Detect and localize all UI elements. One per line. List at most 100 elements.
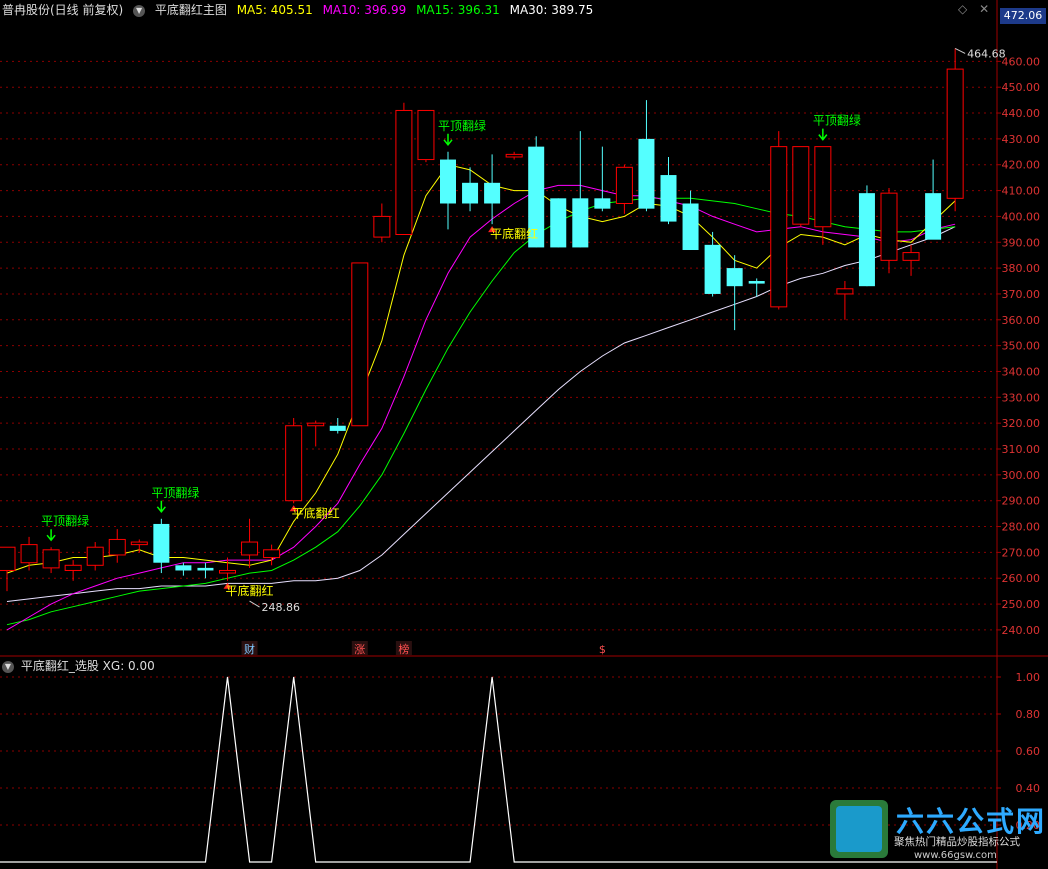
indicator-dropdown-icon[interactable]: ▼ — [133, 4, 146, 17]
y-tick-label: 320.00 — [1002, 417, 1041, 430]
signal-label-top: 平顶翻绿 — [41, 513, 89, 528]
candle-body — [440, 159, 456, 204]
candle-body — [20, 544, 38, 564]
candle-body — [748, 281, 765, 284]
candle-body — [395, 109, 413, 236]
ma30-value: MA30: 389.75 — [509, 3, 594, 17]
diamond-icon[interactable]: ◇ — [958, 2, 967, 16]
y-tick-label: 430.00 — [1002, 133, 1041, 146]
sub-indicator-name[interactable]: 平底翻红_选股 — [21, 659, 99, 673]
event-marker: 榜 — [398, 642, 409, 656]
candle-body — [858, 193, 875, 287]
sub-y-tick-label: 1.00 — [1016, 671, 1041, 684]
logo-url: www.66gsw.com — [914, 850, 997, 861]
logo-mark-icon — [830, 800, 888, 858]
candle-body — [902, 252, 920, 261]
candle-body — [550, 198, 567, 248]
candle-body — [307, 422, 325, 427]
candle-body — [638, 138, 655, 209]
arrow-down-icon — [46, 529, 56, 542]
signal-label-top: 平顶翻绿 — [813, 113, 861, 128]
event-marker: 财 — [244, 642, 255, 656]
candle-body — [836, 288, 854, 295]
arrow-down-icon — [156, 500, 166, 513]
kline-chart[interactable]: 460.00 450.00 440.00 430.00 420.00 410.00 400.… — [0, 0, 1048, 869]
candle-body — [770, 146, 788, 308]
y-tick-label: 270.00 — [1002, 546, 1041, 559]
xg-value: XG: 0.00 — [102, 659, 155, 673]
candle-body — [285, 425, 303, 502]
candle-body — [946, 68, 964, 199]
candle-body — [726, 268, 743, 287]
window-controls: ◇ ✕ — [958, 2, 989, 16]
candle-body — [197, 567, 214, 571]
ma15-value: MA15: 396.31 — [416, 3, 500, 17]
candle-body — [704, 244, 721, 294]
sub-y-tick-label: 0.60 — [1016, 745, 1041, 758]
signal-label-top: 平顶翻绿 — [438, 118, 486, 133]
y-tick-label: 260.00 — [1002, 572, 1041, 585]
y-tick-label: 370.00 — [1002, 288, 1041, 301]
candle-body — [219, 569, 236, 574]
sub-y-tick-label: 0.80 — [1016, 708, 1041, 721]
y-tick-label: 340.00 — [1002, 365, 1041, 378]
y-tick-label: 450.00 — [1002, 81, 1041, 94]
y-tick-label: 390.00 — [1002, 236, 1041, 249]
ma10-value: MA10: 396.99 — [322, 3, 407, 17]
candle-body — [594, 198, 611, 209]
main-header: 普冉股份(日线 前复权) ▼ 平底翻红主图 MA5: 405.51 MA10: … — [2, 1, 599, 19]
candle-body — [153, 523, 170, 563]
candle-body — [880, 192, 898, 261]
high-pointer — [954, 47, 966, 54]
ma10-line — [6, 184, 956, 631]
logo-slogan: 聚焦热门精品炒股指标公式 — [894, 836, 1020, 848]
close-icon[interactable]: ✕ — [979, 2, 989, 16]
candle-body — [572, 198, 589, 248]
ma30-line — [6, 226, 956, 602]
candle-body — [792, 146, 810, 225]
candle-body — [0, 546, 16, 571]
ma5-line — [6, 164, 956, 574]
candle-body — [814, 146, 832, 228]
signal-label-bottom: 平底翻红 — [490, 226, 538, 241]
candle-body — [615, 166, 633, 204]
candle-body — [351, 262, 369, 427]
stock-title[interactable]: 普冉股份(日线 前复权) — [2, 3, 123, 17]
site-logo: 六六公式网 聚焦热门精品炒股指标公式 www.66gsw.com — [830, 800, 1048, 869]
y-tick-label: 460.00 — [1002, 55, 1041, 68]
signal-label-bottom: 平底翻红 — [292, 505, 340, 520]
y-tick-label: 310.00 — [1002, 443, 1041, 456]
y-tick-label: 360.00 — [1002, 314, 1041, 327]
candle-body — [263, 549, 281, 559]
y-tick-label: 400.00 — [1002, 210, 1041, 223]
y-tick-label: 440.00 — [1002, 107, 1041, 120]
candle-body — [462, 182, 479, 204]
candle-body — [42, 549, 60, 569]
y-tick-label: 240.00 — [1002, 624, 1041, 637]
y-tick-label: 280.00 — [1002, 521, 1041, 534]
event-marker: $ — [599, 643, 606, 656]
candle-body — [660, 175, 677, 222]
candle-body — [373, 215, 391, 238]
low-price-label: 248.86 — [262, 601, 301, 614]
sub-header: ▼ 平底翻红_选股 XG: 0.00 — [2, 657, 155, 675]
candle-body — [682, 203, 699, 251]
candle-body — [925, 193, 942, 240]
candle-body — [130, 541, 148, 546]
y-tick-label: 410.00 — [1002, 185, 1041, 198]
indicator-name[interactable]: 平底翻红主图 — [155, 3, 227, 17]
y-tick-label: 330.00 — [1002, 391, 1041, 404]
signal-label-bottom: 平底翻红 — [225, 583, 273, 598]
y-tick-label: 420.00 — [1002, 159, 1041, 172]
y-tick-label: 350.00 — [1002, 340, 1041, 353]
sub-indicator-dropdown-icon[interactable]: ▼ — [2, 660, 14, 673]
candle-body — [329, 425, 346, 431]
arrow-down-icon — [818, 128, 828, 141]
y-tick-label: 300.00 — [1002, 469, 1041, 482]
candle-body — [484, 182, 501, 204]
candle-body — [241, 541, 259, 556]
y-tick-label: 250.00 — [1002, 598, 1041, 611]
event-marker: 涨 — [354, 643, 365, 656]
sub-y-tick-label: 0.40 — [1016, 782, 1041, 795]
y-tick-label: 380.00 — [1002, 262, 1041, 275]
